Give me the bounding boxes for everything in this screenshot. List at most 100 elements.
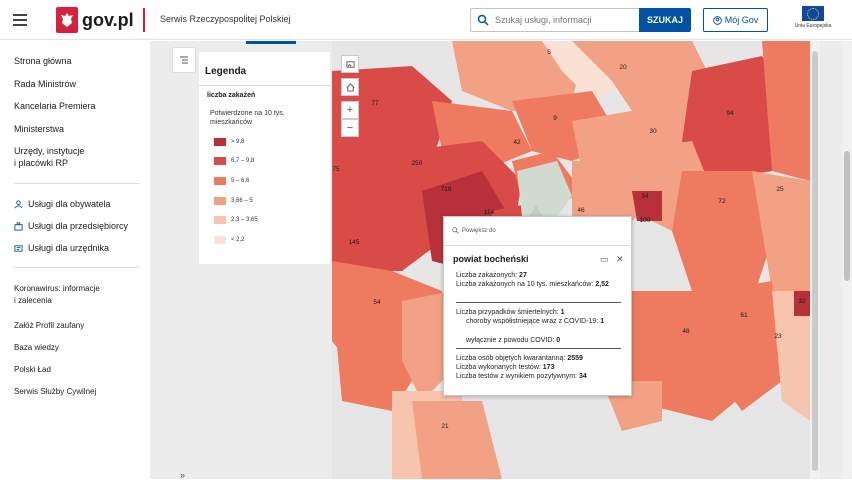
popup-quarantine-value: 2559 [567,355,583,362]
popup-per10k-label: Liczba zakażonych na 10 tys. mieszkańców… [456,281,594,288]
map-scrollbar[interactable] [810,41,820,479]
legend-row: 6,7 – 9,8 [214,157,254,165]
search-input[interactable] [495,15,635,25]
zoom-in-button[interactable]: + [341,101,359,119]
user-circle-icon [712,15,722,25]
popup-deaths-label: Liczba przypadków śmiertelnych: [456,309,559,316]
sidebar-item-home[interactable]: Strona główna [14,55,72,67]
legend-label: 5 – 6,6 [231,178,250,184]
map-label: 100 [640,217,651,224]
sidebar-link-knowledge[interactable]: Baza wiedzy [14,342,59,354]
popup-per10k: Liczba zakażonych na 10 tys. mieszkańców… [456,280,626,289]
top-header: gov.pl Serwis Rzeczypospolitej Polskiej … [0,0,852,40]
legend-panel: Legenda liczba zakażeń Potwierdzone na 1… [199,52,330,264]
popup-covid-only-label: wyłącznie z powodu COVID: [466,337,555,344]
zoom-icon [452,227,459,234]
popup-cases-value: 27 [519,272,527,279]
popup-covid-only-value: 0 [556,337,561,344]
sidebar-link-trusted-profile[interactable]: Załóż Profil zaufany [14,320,84,332]
sidebar-item-ministries[interactable]: Ministerstwa [14,123,64,135]
popup-separator [456,348,621,349]
legend-toggle-button[interactable] [172,47,196,73]
sidebar-item-business-label: Usługi dla przedsiębiorcy [28,221,129,231]
popup-covid-only: wyłącznie z powodu COVID: 0 [466,336,616,345]
map-label: 250 [412,160,423,167]
zoom-to-link[interactable]: Powiększ do [452,227,496,234]
active-tab-indicator [246,41,296,44]
map-label: 48 [682,328,690,335]
popup-positive-label: Liczba testów z wynikiem pozytywnym: [456,373,577,380]
legend-label: > 9,8 [231,139,245,145]
map-label: 42 [513,139,521,146]
legend-description: Potwierdzone na 10 tys. mieszkańców [210,110,285,126]
sidebar-divider [14,183,140,184]
legend-swatch [214,177,226,185]
map-label: 20 [619,64,627,71]
map-label: 30 [649,128,657,135]
sidebar-link-civil-service[interactable]: Serwis Służby Cywilnej [14,386,96,398]
popup-comorb-value: 1 [600,318,605,325]
eu-label: Unia Europejska [794,23,832,29]
popup-deaths: Liczba przypadków śmiertelnych: 1 [456,308,626,317]
popup-tests-value: 173 [542,364,555,371]
legend-row: > 9,8 [214,138,245,146]
map-label: 46 [577,207,585,214]
legend-label: 6,7 – 9,8 [231,158,255,164]
service-name[interactable]: Serwis Rzeczypospolitej Polskiej [160,14,291,24]
legend-row: < 2,2 [214,236,245,244]
search-button[interactable]: SZUKAJ [639,8,691,32]
search-box[interactable] [470,8,640,32]
sidebar-link-covid[interactable]: Koronawirus: informacje i zalecenia [14,283,100,307]
popup-quarantine-label: Liczba osób objętych kwarantanną: [456,355,566,362]
map-label: 5 [547,49,551,56]
sidebar-item-official[interactable]: Usługi dla urzędnika [14,242,109,254]
legend-divider [199,85,330,86]
sidebar-link-polski-lad[interactable]: Polski Ład [14,364,51,376]
zoom-out-button[interactable]: − [341,119,359,137]
home-icon [346,82,354,92]
id-card-icon [14,244,23,252]
home-extent-button[interactable] [341,78,359,96]
popup-cases-label: Liczba zakażonych: [456,272,518,279]
eu-flag-icon [802,6,824,21]
my-gov-button[interactable]: Mój Gov [703,8,768,32]
legend-swatch [214,216,226,224]
page-scrollbar[interactable] [842,41,852,479]
map-label: 25 [776,186,784,193]
popup-separator [456,302,621,303]
briefcase-icon [14,221,23,231]
map-label: 32 [798,298,806,305]
map-label: 61 [740,312,748,319]
eu-logo: Unia Europejska [792,6,834,34]
sidebar-item-council[interactable]: Rada Ministrów [14,78,76,90]
popup-pointer [530,205,542,216]
map-label: 77 [371,100,379,107]
govpl-logo[interactable]: gov.pl [56,6,134,34]
legend-swatch [214,197,226,205]
sidebar-item-offices[interactable]: Urzędy, instytucje i placówki RP [14,145,84,169]
map-label: 9 [553,115,557,122]
map-label: 719 [441,186,452,193]
close-icon[interactable]: ✕ [616,254,624,265]
legend-swatch [214,138,226,146]
page-scrollbar-thumb[interactable] [844,151,850,281]
dock-icon[interactable]: ▭ [600,254,609,265]
sidebar-item-business[interactable]: Usługi dla przedsiębiorcy [14,220,128,232]
basemap-button[interactable] [341,55,359,73]
legend-label: 2,3 – 3,65 [231,217,258,223]
legend-row: 2,3 – 3,65 [214,216,258,224]
sidebar-item-citizen[interactable]: Usługi dla obywatela [14,198,111,210]
image-icon [345,60,355,68]
sidebar-item-chancellery[interactable]: Kancelaria Premiera [14,100,96,112]
popup-positive: Liczba testów z wynikiem pozytywnym: 34 [456,372,626,381]
menu-icon[interactable] [0,0,40,40]
map-label: 21 [441,423,449,430]
map-label: 145 [349,239,360,246]
map-scrollbar-thumb[interactable] [812,51,818,471]
zoom-to-label: Powiększ do [462,227,496,234]
popup-quarantine: Liczba osób objętych kwarantanną: 2559 [456,354,626,363]
popup-positive-value: 34 [578,373,587,380]
legend-label: 3,66 – 5 [231,198,253,204]
popup-per10k-value: 2,52 [595,281,609,288]
search-icon [471,14,495,26]
